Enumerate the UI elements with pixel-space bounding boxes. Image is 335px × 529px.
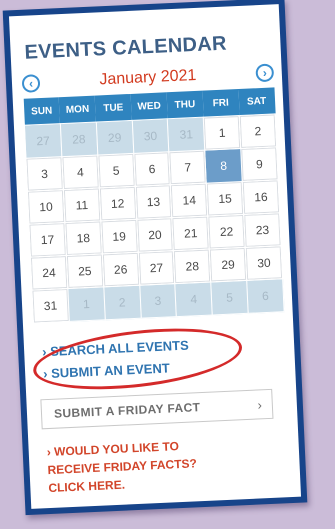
weekday-header: FRI <box>202 89 240 118</box>
calendar-day[interactable]: 3 <box>139 283 177 319</box>
submit-friday-fact-button[interactable]: SUBMIT A FRIDAY FACT › <box>40 388 274 430</box>
calendar-day-today[interactable]: 8 <box>204 148 243 184</box>
calendar-day[interactable]: 2 <box>239 113 277 149</box>
calendar-day[interactable]: 30 <box>245 245 283 281</box>
calendar-day[interactable]: 12 <box>99 186 137 221</box>
calendar-day[interactable]: 23 <box>243 212 282 248</box>
calendar-day[interactable]: 20 <box>136 217 174 253</box>
calendar-day[interactable]: 18 <box>64 220 103 256</box>
calendar-day[interactable]: 28 <box>60 122 98 157</box>
calendar-day[interactable]: 31 <box>167 117 205 152</box>
calendar-day[interactable]: 19 <box>100 219 138 254</box>
calendar-day[interactable]: 1 <box>67 286 106 322</box>
calendar-day[interactable]: 9 <box>240 146 279 182</box>
calendar-day[interactable]: 10 <box>27 189 65 225</box>
calendar-day[interactable]: 26 <box>102 252 140 287</box>
event-links: › SEARCH ALL EVENTS › SUBMIT AN EVENT <box>30 319 288 399</box>
weekday-header: MON <box>59 95 97 124</box>
calendar-day[interactable]: 3 <box>25 156 64 192</box>
calendar-day[interactable]: 28 <box>173 249 211 284</box>
calendar-day[interactable]: 31 <box>31 288 70 324</box>
calendar-day[interactable]: 4 <box>175 281 213 317</box>
widget-title: EVENTS CALENDAR <box>24 32 228 64</box>
calendar-day[interactable]: 7 <box>169 150 207 185</box>
screenshot-stage: EVENTS CALENDAR ‹ January 2021 › SUN MON T… <box>0 0 335 529</box>
weekday-header: WED <box>130 92 168 121</box>
calendar-grid: SUN MON TUE WED THU FRI SAT 27 28 29 30 31 1 2 3 4 5 6 7 8… <box>23 87 285 324</box>
calendar-day[interactable]: 30 <box>131 118 170 154</box>
weekday-header: THU <box>166 90 204 119</box>
calendar-body: 27 28 29 30 31 1 2 3 4 5 6 7 8 9 10 11 12 13 14 15 16 17 18 19 2… <box>24 113 285 324</box>
calendar-day[interactable]: 25 <box>66 253 104 289</box>
calendar-day[interactable]: 6 <box>133 151 171 187</box>
chevron-right-icon: › <box>257 396 263 412</box>
month-label: January 2021 <box>99 66 197 89</box>
chevron-left-icon: ‹ <box>28 76 34 91</box>
calendar-day[interactable]: 29 <box>96 120 134 156</box>
chevron-right-icon: › <box>262 65 268 80</box>
calendar-day[interactable]: 1 <box>203 115 241 151</box>
calendar-day[interactable]: 13 <box>134 184 173 220</box>
calendar-day[interactable]: 11 <box>63 187 101 223</box>
calendar-day[interactable]: 6 <box>246 278 285 314</box>
weekday-header: TUE <box>94 93 132 123</box>
submit-friday-fact-label: SUBMIT A FRIDAY FACT <box>53 400 201 421</box>
calendar-day[interactable]: 22 <box>207 214 246 250</box>
prev-month-button[interactable]: ‹ <box>21 74 41 93</box>
calendar-day[interactable]: 15 <box>206 181 244 217</box>
weekday-header: SUN <box>23 97 61 126</box>
calendar-day[interactable]: 29 <box>209 247 247 282</box>
calendar-day[interactable]: 5 <box>97 153 135 188</box>
calendar-day[interactable]: 27 <box>24 123 62 159</box>
calendar-day[interactable]: 21 <box>172 216 210 251</box>
calendar-day[interactable]: 4 <box>61 155 100 190</box>
next-month-button[interactable]: › <box>255 63 275 83</box>
events-calendar-widget: EVENTS CALENDAR ‹ January 2021 › SUN MON T… <box>8 4 302 509</box>
calendar-day[interactable]: 2 <box>103 285 141 320</box>
calendar-day[interactable]: 27 <box>137 250 176 286</box>
friday-facts-promo-link[interactable]: › WOULD YOU LIKE TO RECEIVE FRIDAY FACTS… <box>46 434 248 497</box>
weekday-header: SAT <box>238 87 276 116</box>
calendar-day[interactable]: 17 <box>28 222 67 258</box>
calendar-day[interactable]: 24 <box>30 255 68 291</box>
calendar-day[interactable]: 14 <box>170 183 208 218</box>
calendar-day[interactable]: 16 <box>242 179 280 215</box>
red-highlight-circle <box>30 319 246 399</box>
calendar-day[interactable]: 5 <box>210 280 249 315</box>
